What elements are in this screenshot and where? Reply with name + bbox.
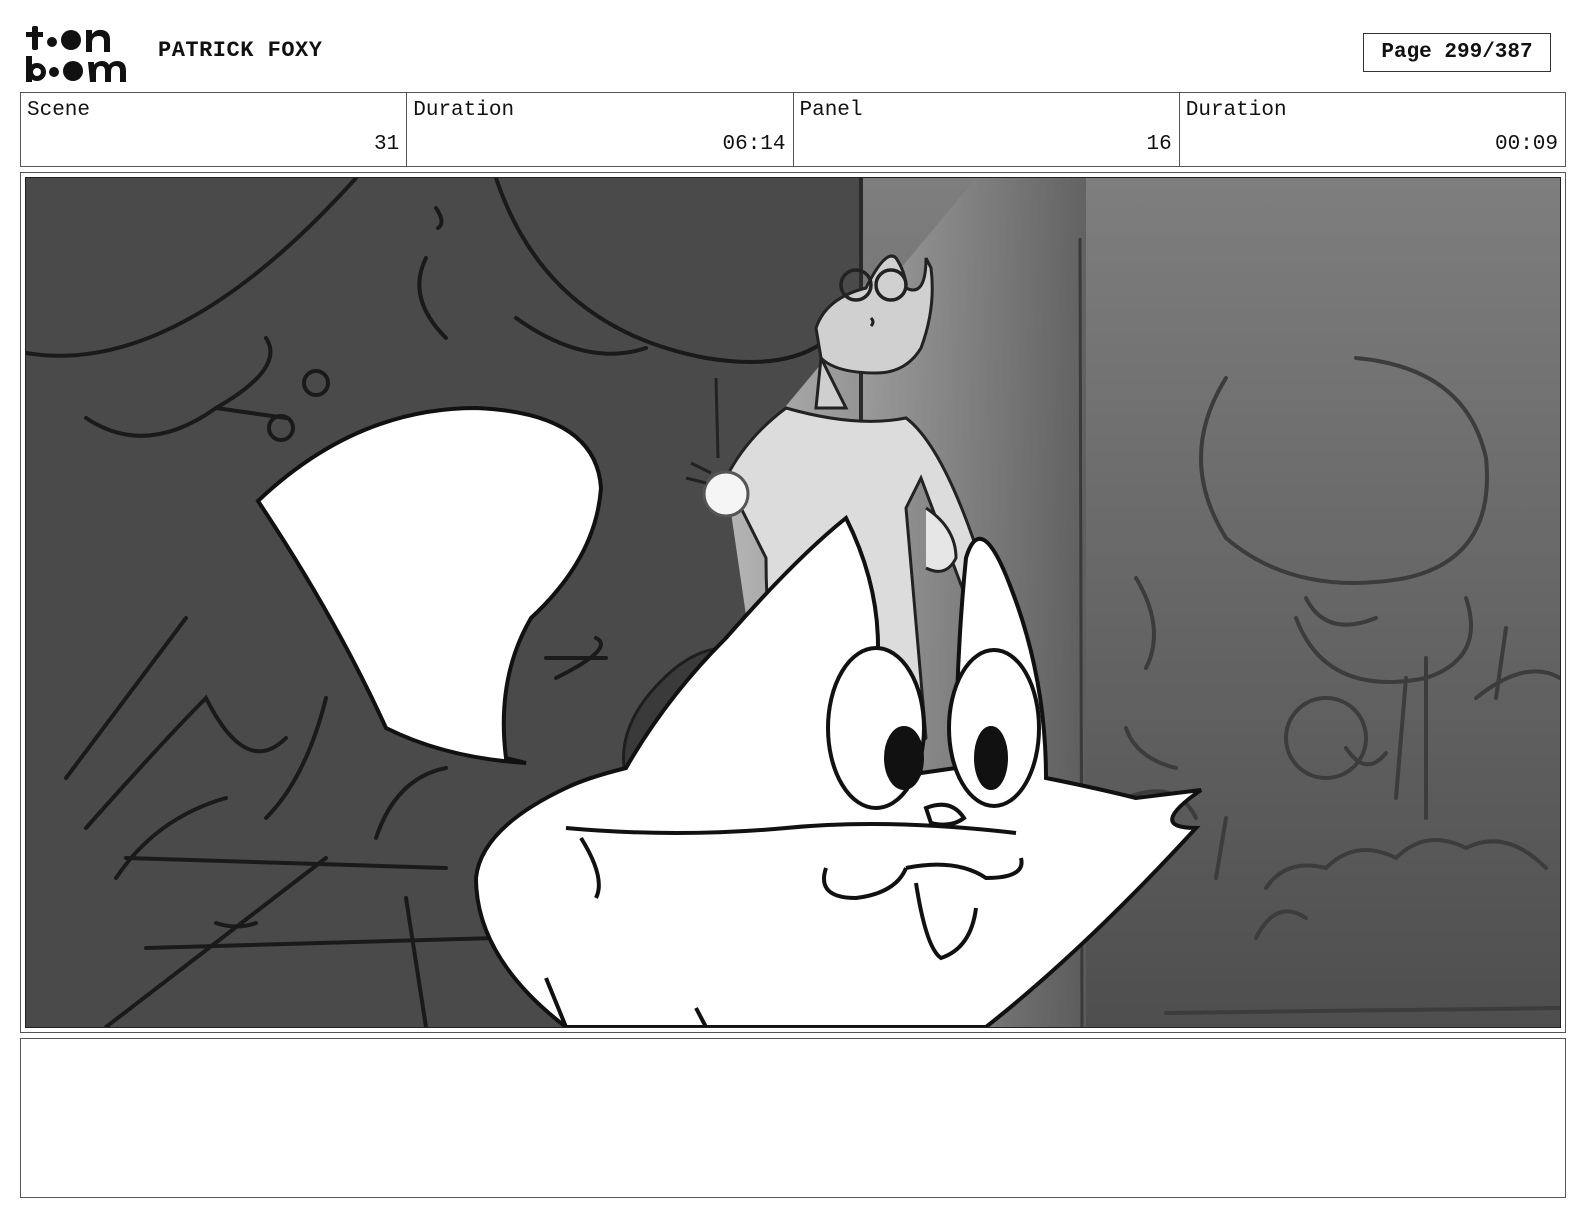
storyboard-panel-frame xyxy=(20,172,1566,1033)
scene-duration-value: 06:14 xyxy=(722,133,786,156)
panel-info-bar: Scene 31 Duration 06:14 Panel 16 Duratio… xyxy=(20,92,1566,167)
page-indicator: Page 299/387 xyxy=(1363,33,1551,72)
scene-value: 31 xyxy=(374,133,400,156)
panel-cell: Panel 16 xyxy=(794,93,1180,166)
scene-duration-label: Duration xyxy=(413,99,515,122)
panel-duration-cell: Duration 00:09 xyxy=(1180,93,1565,166)
panel-duration-label: Duration xyxy=(1185,99,1287,122)
panel-label: Panel xyxy=(799,99,863,122)
scene-cell: Scene 31 xyxy=(21,93,408,166)
toon-boom-logo xyxy=(24,24,136,84)
panel-value: 16 xyxy=(1146,133,1172,156)
project-title: PATRICK FOXY xyxy=(158,38,323,63)
panel-duration-value: 00:09 xyxy=(1494,133,1558,156)
storyboard-sketch-image xyxy=(25,177,1561,1028)
scene-label: Scene xyxy=(27,99,91,122)
panel-notes-area xyxy=(20,1038,1566,1198)
scene-duration-cell: Duration 06:14 xyxy=(407,93,794,166)
